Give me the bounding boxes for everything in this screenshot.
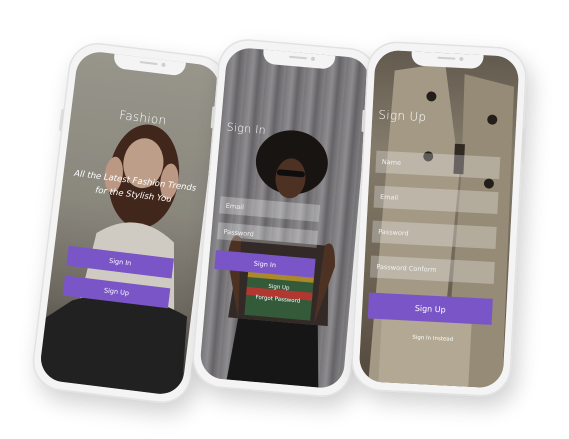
phone-side-button [521, 128, 526, 163]
signin-screen: Sign In Email Password Sign In Sign Up F… [198, 46, 372, 390]
page-title: Sign Up [378, 107, 427, 125]
signup-screen: Sign Up Name Email Password Password Con… [358, 49, 520, 389]
phone-side-button [58, 108, 65, 131]
phone-side-button [210, 106, 216, 129]
camera-icon [161, 62, 166, 68]
speaker-icon [288, 55, 308, 60]
camera-icon [459, 56, 464, 62]
speaker-icon [139, 60, 158, 66]
speaker-icon [437, 56, 456, 60]
phone-signup: Sign Up Name Email Password Password Con… [349, 40, 529, 398]
mockup-stage: Fashion All the Latest Fashion Trends fo… [0, 0, 569, 439]
phone-side-button [361, 109, 366, 132]
camera-icon [310, 56, 316, 61]
